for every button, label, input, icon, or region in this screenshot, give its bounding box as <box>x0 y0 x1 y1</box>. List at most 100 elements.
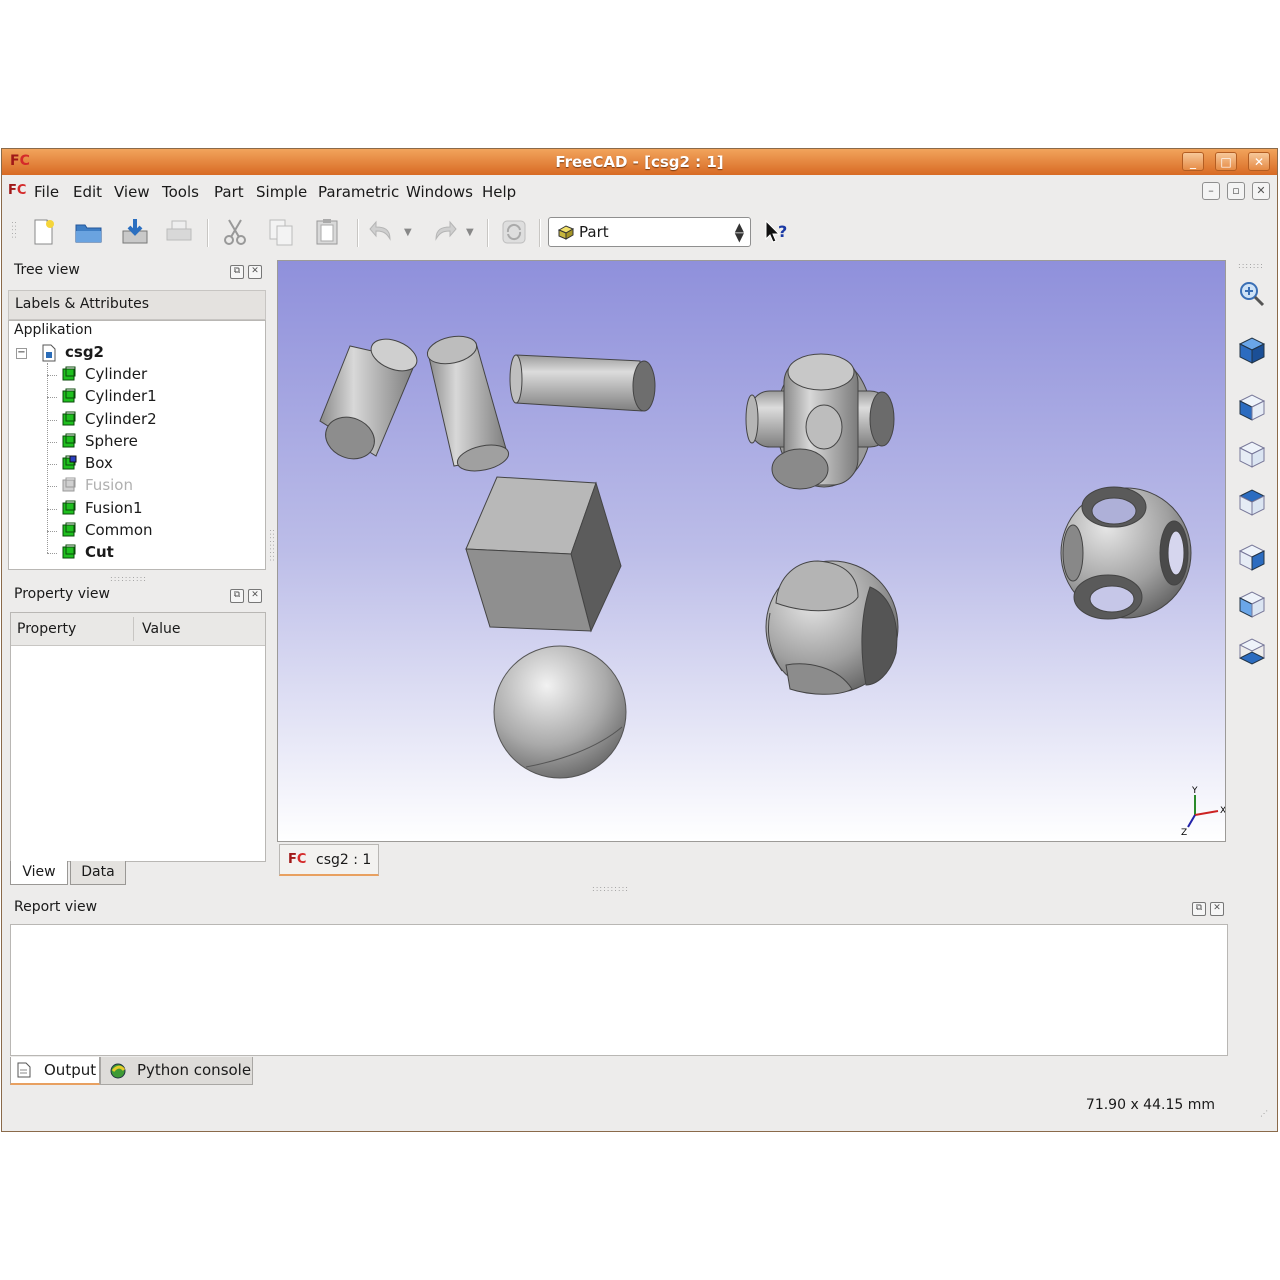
undo-icon <box>369 220 391 241</box>
common-shape[interactable] <box>765 560 899 695</box>
tree-item-box[interactable]: Box <box>47 454 113 474</box>
property-view-dock-buttons: ⧉ ✕ <box>226 587 262 603</box>
menu-simple[interactable]: Simple <box>256 183 307 201</box>
new-document-icon[interactable] <box>28 217 58 247</box>
title-bar[interactable]: FC FreeCAD - [csg2 : 1] _ □ ✕ <box>2 149 1277 175</box>
save-icon[interactable] <box>120 217 150 247</box>
tree-branch-line <box>47 508 57 510</box>
col-divider <box>133 617 134 641</box>
3d-viewport[interactable]: Y X Z <box>277 260 1226 842</box>
tree-view-title: Tree view <box>14 262 80 278</box>
tree-branch-line <box>47 530 57 532</box>
cut-icon[interactable] <box>220 217 250 247</box>
tree-tab[interactable]: Labels & Attributes <box>8 290 266 320</box>
box-shape[interactable] <box>465 476 622 633</box>
tab-view[interactable]: View <box>10 861 68 885</box>
tree-item-fusion[interactable]: Fusion <box>47 476 133 496</box>
paste-icon[interactable] <box>312 217 342 247</box>
fusion1-shape[interactable] <box>745 353 895 490</box>
property-table[interactable]: Property Value <box>10 612 266 862</box>
tab-output[interactable]: Output <box>10 1057 100 1085</box>
tab-data[interactable]: Data <box>70 861 126 885</box>
copy-icon <box>269 219 293 246</box>
tree-document-label[interactable]: csg2 <box>65 343 104 363</box>
sphere-shape[interactable] <box>493 645 627 779</box>
view-bottom-icon[interactable] <box>1236 588 1268 620</box>
menu-edit[interactable]: Edit <box>73 183 102 201</box>
undo-dropdown-icon: ▼ <box>404 227 412 238</box>
toolbar-grip[interactable]: ::::: <box>10 221 19 239</box>
cylinder-shape[interactable] <box>319 333 421 466</box>
splitter-handle[interactable]: ::::::::: <box>268 529 277 562</box>
workbench-selector[interactable]: Part ▲ ▼ <box>548 217 751 247</box>
redo-icon <box>435 220 457 241</box>
col-value[interactable]: Value <box>142 621 180 637</box>
view-right-icon[interactable] <box>1236 486 1268 518</box>
tree-item-common[interactable]: Common <box>47 521 153 541</box>
tree-item-cylinder1[interactable]: Cylinder1 <box>47 387 157 407</box>
report-output-area[interactable] <box>10 924 1228 1056</box>
cylinder2-shape[interactable] <box>509 354 656 412</box>
menu-help[interactable]: Help <box>482 183 516 201</box>
menu-parametric[interactable]: Parametric <box>318 183 399 201</box>
whats-this-help-icon[interactable]: ? <box>760 217 790 247</box>
float-icon[interactable]: ⧉ <box>1192 902 1206 916</box>
workbench-selected-value: Part <box>579 223 609 241</box>
col-property[interactable]: Property <box>17 621 76 637</box>
hidden-feature-icon <box>62 477 76 492</box>
close-icon[interactable]: ✕ <box>248 265 262 279</box>
splitter-handle[interactable]: :::::::::: <box>592 884 629 893</box>
view-axonometric-icon[interactable] <box>1236 334 1268 366</box>
app-menu-icon[interactable]: FC <box>8 183 26 198</box>
tab-python-console[interactable]: Python console <box>100 1057 253 1085</box>
tree-item-label: Cylinder <box>85 365 148 383</box>
close-button[interactable]: ✕ <box>1248 152 1270 171</box>
tree-item-label: Cylinder1 <box>85 387 157 406</box>
report-view-dock-buttons: ⧉ ✕ <box>1188 900 1224 916</box>
menu-windows[interactable]: Windows <box>406 183 473 201</box>
open-folder-icon[interactable] <box>74 217 104 247</box>
view-front-icon[interactable] <box>1236 391 1268 423</box>
mdi-minimize-button[interactable]: – <box>1202 182 1220 200</box>
mdi-restore-button[interactable]: ▫ <box>1227 182 1245 200</box>
close-icon[interactable]: ✕ <box>1210 902 1224 916</box>
tree-widget[interactable]: Applikation − csg2 Cylinder Cylinder1 Cyli… <box>8 320 266 570</box>
maximize-button[interactable]: □ <box>1215 152 1237 171</box>
minimize-button[interactable]: _ <box>1182 152 1204 171</box>
tree-item-cut[interactable]: Cut <box>47 543 114 563</box>
view-left-icon[interactable] <box>1236 635 1268 667</box>
tree-branch-line <box>47 553 57 554</box>
view-top-icon[interactable] <box>1236 438 1268 470</box>
menu-part[interactable]: Part <box>214 183 244 201</box>
view-rear-icon[interactable] <box>1236 541 1268 573</box>
tree-item-cylinder[interactable]: Cylinder <box>47 365 148 385</box>
tree-branch-line <box>47 419 57 421</box>
cylinder1-shape[interactable] <box>425 332 511 475</box>
menu-view[interactable]: View <box>114 183 150 201</box>
resize-grip[interactable]: ⋰ <box>1260 1109 1269 1118</box>
zoom-fit-icon[interactable] <box>1236 278 1268 310</box>
tree-branch-line <box>47 486 57 488</box>
tree-item-cylinder2[interactable]: Cylinder2 <box>47 410 157 430</box>
tree-item-label: Cut <box>85 543 114 561</box>
float-icon[interactable]: ⧉ <box>230 265 244 279</box>
toolbar-grip[interactable]: ::::::: <box>1238 261 1264 270</box>
spin-arrows-icon: ▲ ▼ <box>734 220 744 244</box>
menu-tools[interactable]: Tools <box>162 183 199 201</box>
collapse-icon[interactable]: − <box>16 348 27 359</box>
part-feature-icon <box>62 433 76 448</box>
tree-item-sphere[interactable]: Sphere <box>47 432 138 452</box>
property-header: Property Value <box>11 613 265 646</box>
close-icon[interactable]: ✕ <box>248 589 262 603</box>
tree-item-label: Fusion <box>85 476 133 495</box>
float-icon[interactable]: ⧉ <box>230 589 244 603</box>
menu-file[interactable]: File <box>34 183 59 201</box>
tree-item-fusion1[interactable]: Fusion1 <box>47 499 143 519</box>
splitter-handle[interactable]: :::::::::: <box>110 574 147 583</box>
axis-y-label: Y <box>1191 786 1198 796</box>
document-tab[interactable]: FC csg2 : 1 <box>279 844 379 876</box>
cut-shape[interactable] <box>1060 486 1192 620</box>
tree-branch-line <box>47 375 57 376</box>
mdi-close-button[interactable]: ✕ <box>1252 182 1270 200</box>
toolbar-separator <box>357 219 359 247</box>
